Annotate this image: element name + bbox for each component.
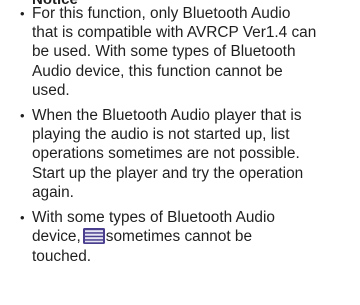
note-text-line: again. [32, 183, 74, 201]
note-text-fragment: device, [32, 228, 81, 246]
note-text-line: touched. [32, 248, 92, 266]
list-icon [82, 228, 105, 245]
bullet-point: • [20, 6, 25, 21]
note-text-line: playing the audio is not started up, lis… [32, 126, 290, 144]
note-item: • When the Bluetooth Audio player that i… [0, 106, 360, 202]
note-text-line: that is compatible with AVRCP Ver1.4 can [32, 24, 317, 42]
note-text-line: When the Bluetooth Audio player that is [32, 107, 302, 125]
manual-page: Notice • For this function, only Bluetoo… [0, 0, 360, 305]
note-text-line: used. [32, 81, 70, 99]
bullet-point: • [20, 210, 25, 226]
note-text-line: With some types of Bluetooth Audio [32, 209, 275, 227]
notes-list: • For this function, only Bluetooth Audi… [0, 4, 360, 272]
note-item: • For this function, only Bluetooth Audi… [0, 4, 360, 100]
bullet-point: • [20, 108, 25, 124]
note-text-line: be used. With some types of Bluetooth [32, 43, 296, 61]
note-text-line: Start up the player and try the operatio… [32, 164, 304, 182]
note-text-line: For this function, only Bluetooth Audio [32, 5, 291, 22]
note-item: • With some types of Bluetooth Audio dev… [0, 208, 360, 266]
note-text-line: device, sometimes cannot be [32, 227, 352, 247]
note-text-line: Audio device, this function cannot be [32, 62, 283, 80]
note-text-fragment: sometimes cannot be [105, 228, 253, 246]
note-text-line: operations sometimes are not possible. [32, 145, 300, 163]
